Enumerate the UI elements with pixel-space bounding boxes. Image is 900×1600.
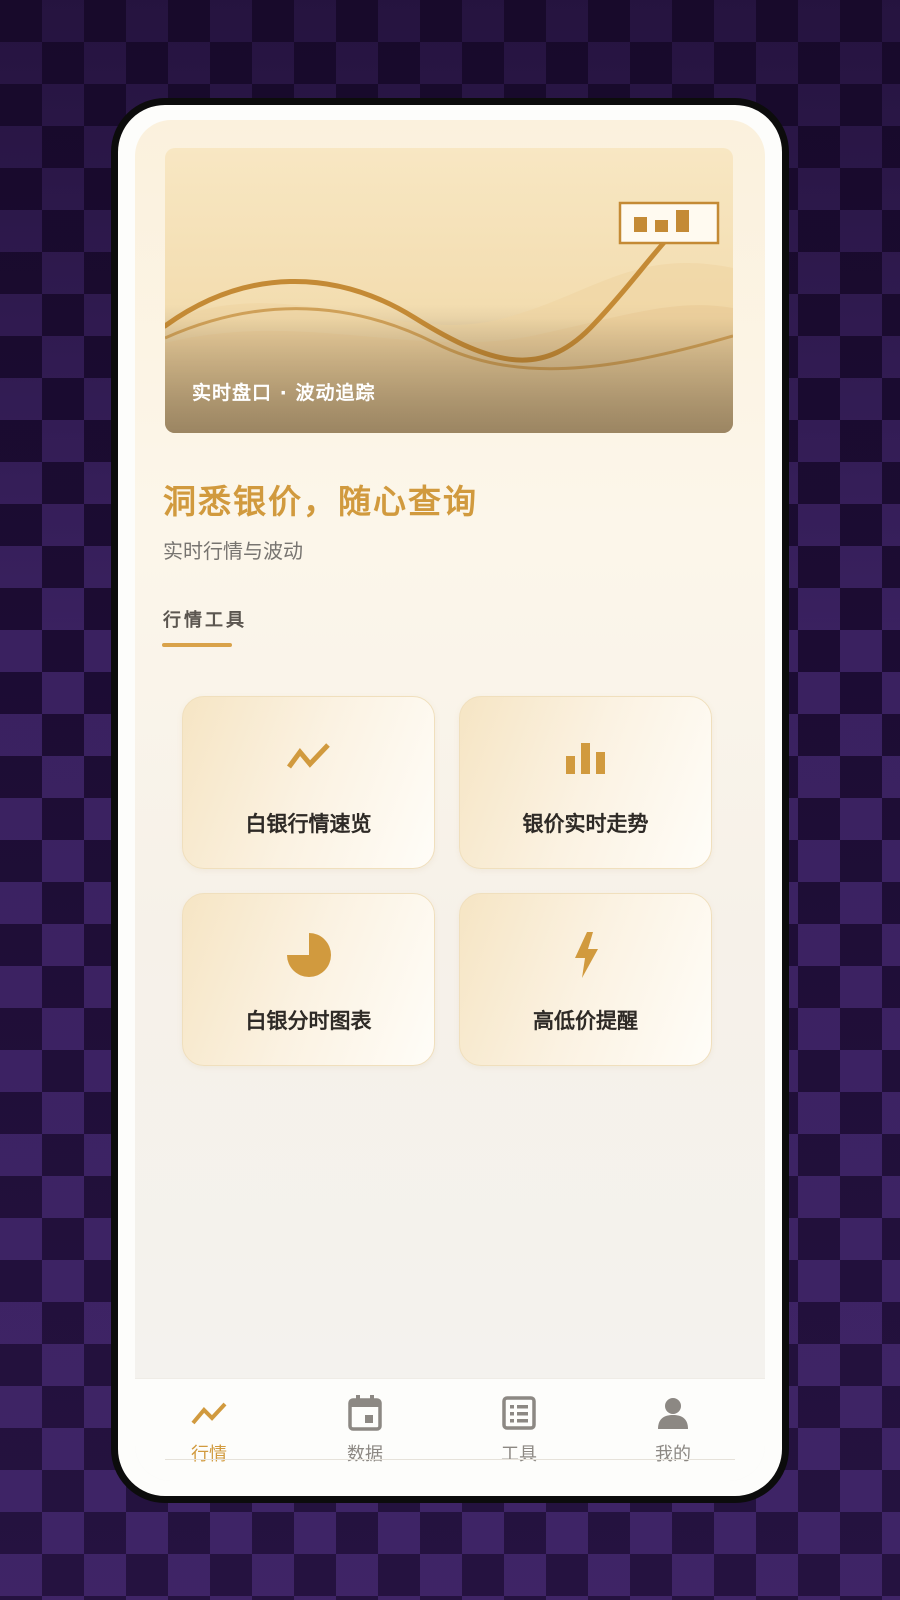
nav-item-market[interactable]: 行情: [159, 1393, 259, 1473]
card-label: 白银行情速览: [245, 812, 372, 836]
calendar-icon: [348, 1395, 382, 1431]
app-screen: 实时盘口 · 波动追踪 洞悉银价，随心查询 实时行情与波动 行情工具 白银行情速…: [135, 120, 765, 1481]
phone-frame: 实时盘口 · 波动追踪 洞悉银价，随心查询 实时行情与波动 行情工具 白银行情速…: [111, 98, 789, 1503]
mini-bar-chart-icon: [618, 201, 720, 245]
pie-chart-icon: [284, 930, 334, 980]
nav-item-tools[interactable]: 工具: [469, 1393, 569, 1473]
lightning-icon: [561, 930, 611, 980]
trend-line-icon: [284, 733, 334, 783]
nav-item-mine[interactable]: 我的: [623, 1393, 723, 1473]
nav-label: 我的: [655, 1444, 691, 1465]
person-icon: [658, 1398, 688, 1429]
intraday-chart-card[interactable]: 白银分时图表: [182, 893, 435, 1066]
card-label: 银价实时走势: [522, 812, 649, 836]
card-label: 白银分时图表: [245, 1009, 372, 1033]
page-subtitle: 实时行情与波动: [163, 539, 303, 563]
realtime-trend-card[interactable]: 银价实时走势: [459, 696, 712, 869]
page-headline: 洞悉银价，随心查询: [163, 482, 478, 521]
nav-label: 数据: [347, 1444, 383, 1465]
nav-label: 工具: [501, 1444, 537, 1465]
list-icon: [502, 1396, 536, 1430]
section-title: 行情工具: [163, 610, 247, 631]
hero-banner[interactable]: 实时盘口 · 波动追踪: [165, 148, 733, 433]
nav-label: 行情: [191, 1444, 227, 1465]
home-indicator-line: [165, 1459, 735, 1460]
section-underline: [162, 643, 232, 647]
banner-caption: 实时盘口 · 波动追踪: [192, 382, 376, 404]
nav-item-data[interactable]: 数据: [315, 1393, 415, 1473]
trend-icon: [191, 1402, 227, 1425]
price-alert-card[interactable]: 高低价提醒: [459, 893, 712, 1066]
market-overview-card[interactable]: 白银行情速览: [182, 696, 435, 869]
bottom-navigation: 行情 数据 工具 我的: [135, 1378, 765, 1481]
card-label: 高低价提醒: [533, 1009, 638, 1033]
bar-chart-icon: [561, 733, 611, 783]
